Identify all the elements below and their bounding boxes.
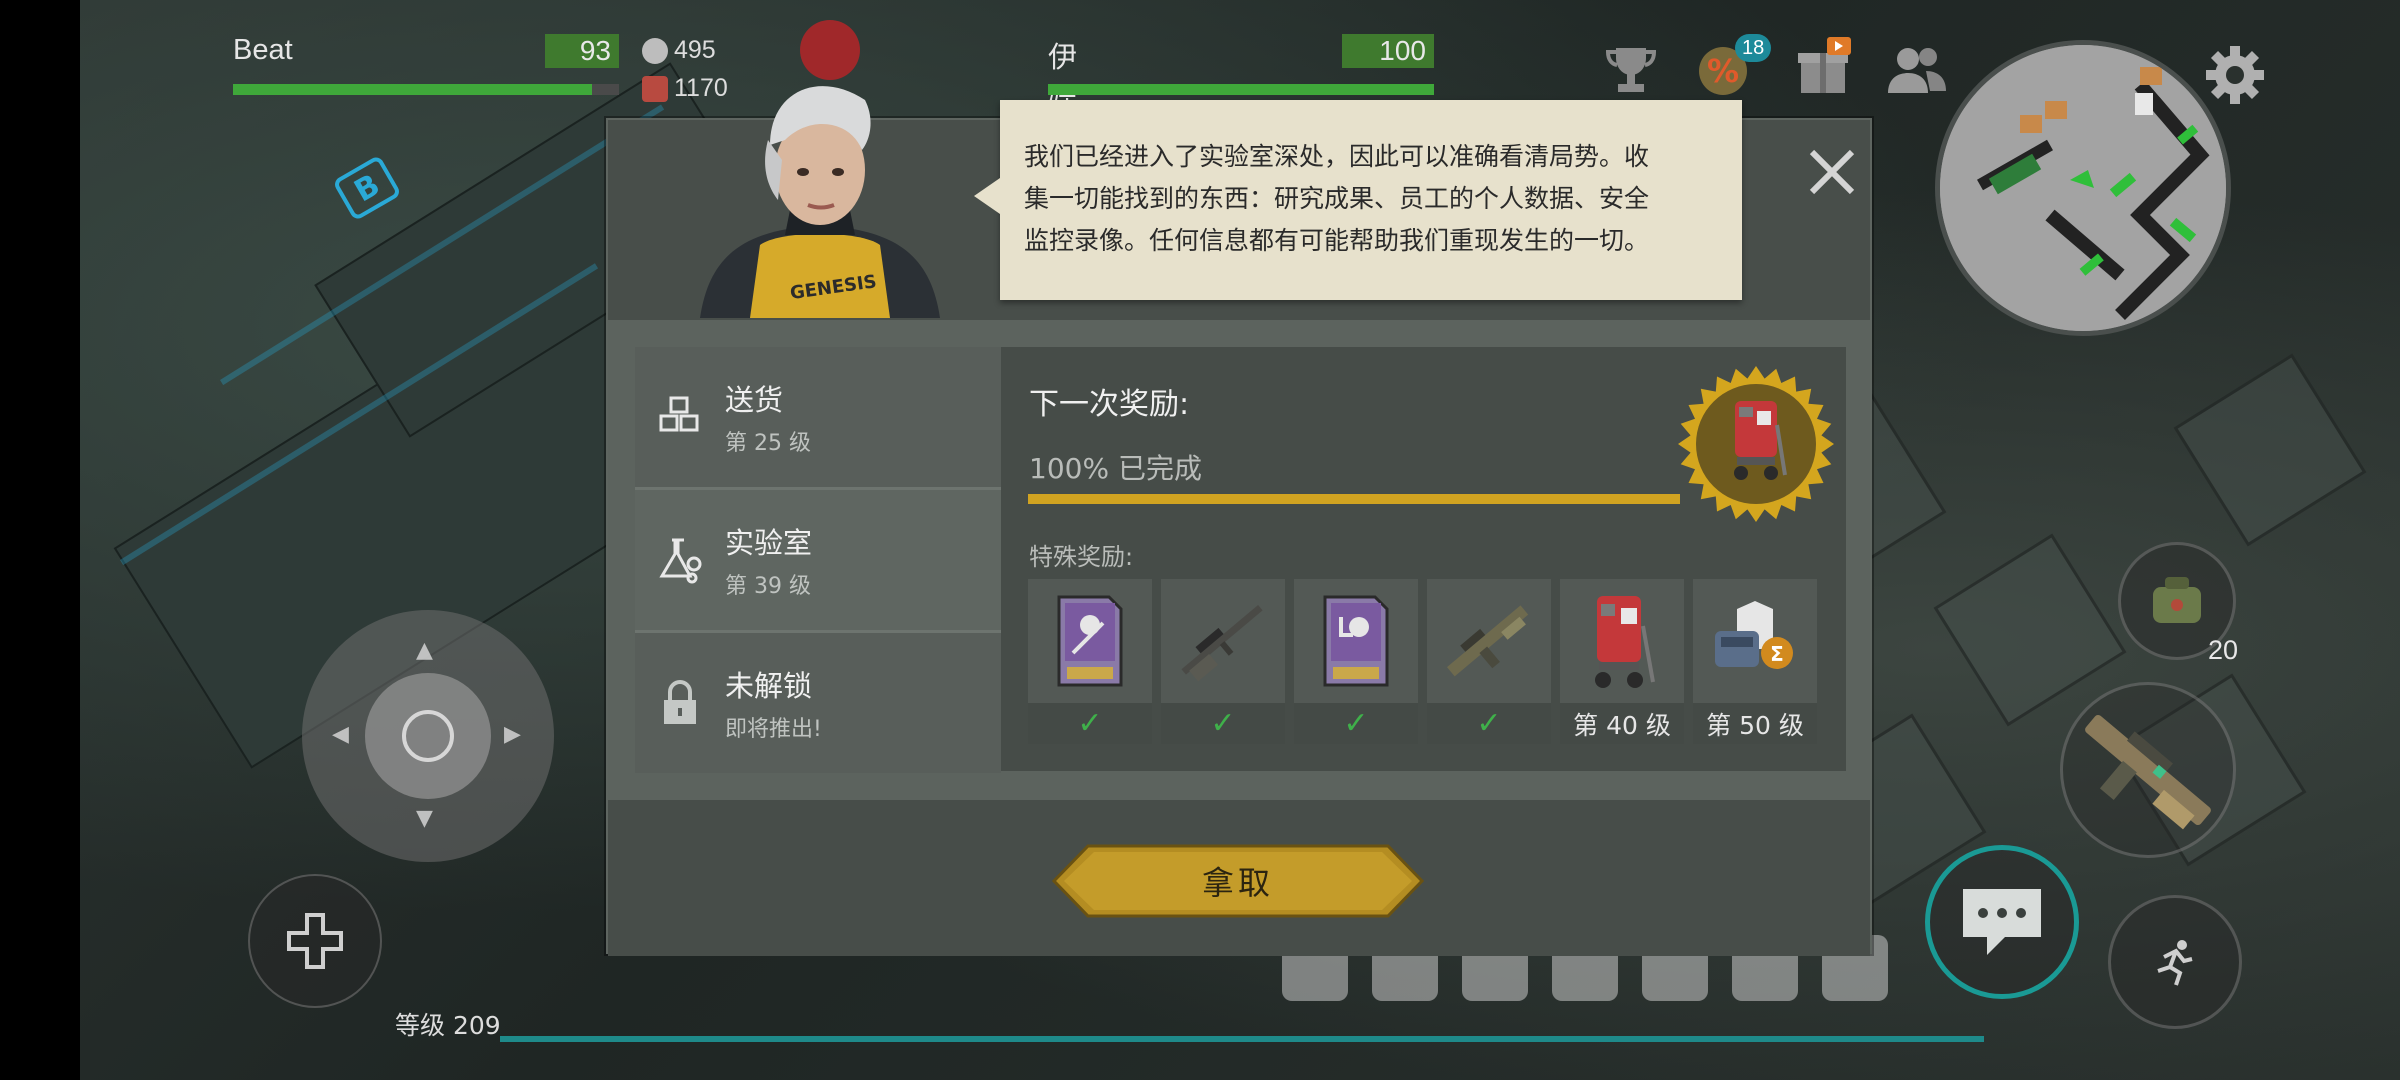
tab-locked[interactable]: 未解锁 即将推出! xyxy=(635,633,1001,773)
reward-slot[interactable]: ✓ xyxy=(1427,579,1551,744)
skull-card-down-icon xyxy=(1294,579,1418,703)
discount-badge: 18 xyxy=(1735,34,1772,62)
slot-status: ✓ xyxy=(1161,703,1285,744)
slot-status: ✓ xyxy=(1028,703,1152,744)
grenade-count: 20 xyxy=(2208,635,2239,665)
boxes-icon xyxy=(655,392,705,442)
dialog-line: 我们已经进入了实验室深处，因此可以准确看清局势。收 xyxy=(1024,142,1650,171)
claim-button-label: 拿取 xyxy=(1201,864,1274,902)
reward-slot[interactable]: ✓ xyxy=(1028,579,1152,744)
chat-button[interactable] xyxy=(1925,845,2079,999)
tab-title: 实验室 xyxy=(725,526,813,560)
plus-icon xyxy=(287,913,343,969)
backpack-icon xyxy=(2153,577,2201,623)
special-reward-label: 特殊奖励: xyxy=(1029,543,1134,571)
zone-b-sign: B xyxy=(332,154,402,222)
slot-status: ✓ xyxy=(1294,703,1418,744)
event-tab-list: 送货 第 25 级 实验室 第 39 级 未解锁 即将推出! xyxy=(635,347,1001,773)
friends-icon[interactable] xyxy=(1886,40,1948,102)
progress-fill xyxy=(1028,494,1680,504)
trophy-icon[interactable] xyxy=(1600,38,1662,100)
weapon-button[interactable] xyxy=(2060,682,2236,858)
tab-subtitle: 第 39 级 xyxy=(725,574,811,599)
reward-slot[interactable]: ✓ xyxy=(1161,579,1285,744)
assault-rifle-icon xyxy=(1427,579,1551,703)
joystick-center-icon xyxy=(402,710,454,762)
loot-cart-icon xyxy=(1560,579,1684,703)
slot-status: 第 40 级 xyxy=(1560,703,1684,744)
player-hp-bar xyxy=(1048,84,1434,95)
movement-joystick[interactable]: ▲ ▼ ◀ ▶ xyxy=(302,610,554,862)
slot-status: 第 50 级 xyxy=(1693,703,1817,744)
tab-title: 送货 xyxy=(725,383,784,417)
player-hp-value: 93 xyxy=(545,34,619,68)
gear-bundle-icon: Σ xyxy=(1693,579,1817,703)
chat-bubble-icon xyxy=(1963,889,2041,955)
next-reward-medal[interactable] xyxy=(1677,365,1835,523)
gift-icon[interactable] xyxy=(1792,36,1854,98)
svg-text:Σ: Σ xyxy=(1770,642,1784,666)
progress-text: 100% 已完成 xyxy=(1029,452,1202,485)
flask-icon xyxy=(655,535,705,585)
ammo-icon xyxy=(642,75,668,102)
reward-slot[interactable]: Σ 第 50 级 xyxy=(1693,579,1817,744)
minimap[interactable] xyxy=(1935,40,2231,336)
skull-card-icon xyxy=(1028,579,1152,703)
sprint-button[interactable] xyxy=(2108,895,2242,1029)
sniper-rifle-icon xyxy=(1161,579,1285,703)
svg-text:%: % xyxy=(1707,52,1739,90)
tab-subtitle: 即将推出! xyxy=(725,717,822,742)
heal-button[interactable] xyxy=(248,874,382,1008)
player-hp-value: 100 xyxy=(1342,34,1434,68)
tab-delivery[interactable]: 送货 第 25 级 xyxy=(635,347,1001,487)
lock-icon xyxy=(655,678,705,728)
arrow-down-icon: ▼ xyxy=(416,806,433,831)
progress-bar xyxy=(1028,494,1680,504)
xp-bar xyxy=(500,1036,1984,1042)
arrow-right-icon: ▶ xyxy=(504,722,521,747)
floor-tile xyxy=(2173,353,2367,547)
dialog-line: 集一切能找到的东西：研究成果、员工的个人数据、安全 xyxy=(1024,184,1650,213)
assault-rifle-icon xyxy=(2085,714,2211,830)
reward-slot[interactable]: ✓ xyxy=(1294,579,1418,744)
dialog-line: 监控录像。任何信息都有可能帮助我们重现发生的一切。 xyxy=(1024,226,1650,255)
tab-title: 未解锁 xyxy=(725,669,813,703)
player-hp-bar xyxy=(233,84,619,95)
gear-icon[interactable] xyxy=(2200,40,2270,110)
joystick-knob[interactable] xyxy=(365,673,491,799)
tab-subtitle: 第 25 级 xyxy=(725,431,811,456)
character-portrait: GENESIS xyxy=(690,60,950,318)
close-icon xyxy=(1809,149,1855,195)
player-name: Beat xyxy=(233,34,293,66)
close-button[interactable] xyxy=(1798,138,1866,206)
next-reward-label: 下一次奖励: xyxy=(1029,387,1190,422)
energy-icon xyxy=(642,37,668,64)
claim-button[interactable]: 拿取 xyxy=(1051,844,1425,918)
reward-slot[interactable]: 第 40 级 xyxy=(1560,579,1684,744)
player-hp-fill xyxy=(1048,84,1434,95)
arrow-up-icon: ▲ xyxy=(416,638,433,663)
reward-panel: 下一次奖励: 100% 已完成 特殊奖励: ✓ ✓ ✓ ✓ 第 40 级 Σ 第… xyxy=(1001,347,1846,771)
tab-lab[interactable]: 实验室 第 39 级 xyxy=(635,490,1001,630)
running-icon xyxy=(2157,940,2193,986)
slot-status: ✓ xyxy=(1427,703,1551,744)
dialog-bubble: 我们已经进入了实验室深处，因此可以准确看清局势。收 集一切能找到的东西：研究成果… xyxy=(974,100,1742,300)
player-hp-fill xyxy=(233,84,592,95)
player-level-label: 等级 209 xyxy=(395,1011,501,1040)
arrow-left-icon: ◀ xyxy=(332,722,349,747)
